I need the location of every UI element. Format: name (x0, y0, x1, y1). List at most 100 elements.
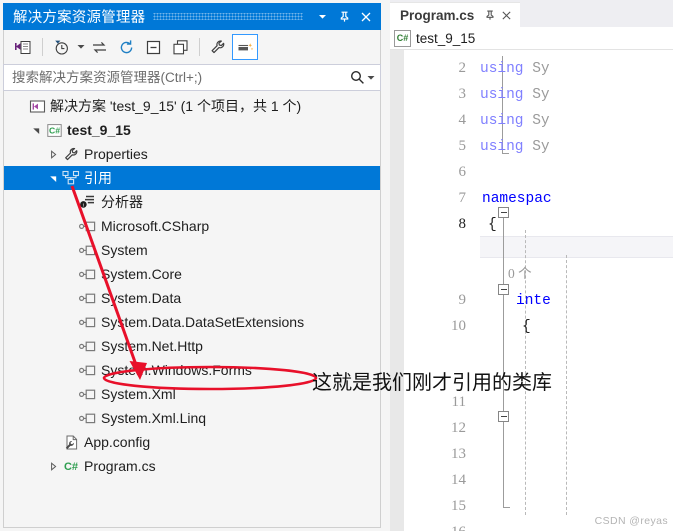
tree-item-label: System.Data (101, 290, 182, 306)
solution-explorer-toolbar (3, 30, 381, 64)
csharp-file-icon: C# (61, 456, 81, 476)
reference-icon (78, 240, 98, 260)
code-line[interactable]: 8{ (390, 212, 673, 238)
code-line[interactable]: 6 (390, 160, 673, 186)
tree-item-2[interactable]: Properties (4, 142, 380, 166)
tree-item-3[interactable]: 引用 (4, 166, 380, 190)
analyzers-icon: i (78, 192, 98, 212)
code-text: { (488, 216, 497, 233)
code-line[interactable]: 14 (390, 468, 673, 494)
tree-item-8[interactable]: System.Data (4, 286, 380, 310)
pin-icon[interactable] (333, 6, 355, 28)
search-box[interactable] (3, 64, 381, 91)
tree-item-11[interactable]: System.Windows.Forms (4, 358, 380, 382)
dropdown-icon[interactable] (311, 6, 333, 28)
svg-text:C#: C# (64, 461, 78, 473)
preview-selected-items-icon[interactable] (232, 34, 258, 60)
references-icon (61, 168, 81, 188)
sync-with-active-document-icon[interactable] (86, 34, 112, 60)
show-all-files-icon[interactable] (167, 34, 193, 60)
search-input[interactable] (12, 65, 348, 90)
tree-item-13[interactable]: System.Xml.Linq (4, 406, 380, 430)
tree-item-4[interactable]: i 分析器 (4, 190, 380, 214)
code-line[interactable]: 9 inte (390, 288, 673, 314)
code-line[interactable]: 4 using Sy (390, 108, 673, 134)
code-line[interactable]: 15 (390, 494, 673, 520)
tree-item-7[interactable]: System.Core (4, 262, 380, 286)
properties-icon[interactable] (205, 34, 231, 60)
line-number: 13 (451, 446, 466, 463)
refresh-icon[interactable] (113, 34, 139, 60)
pending-changes-filter-icon[interactable] (48, 34, 74, 60)
tree-item-label: Program.cs (84, 458, 156, 474)
csharp-icon: C# (394, 29, 411, 47)
tree-item-1[interactable]: C# test_9_15 (4, 118, 380, 142)
solution-tree[interactable]: 解决方案 'test_9_15' (1 个项目，共 1 个) C# test_9_1… (3, 91, 381, 528)
line-number: 8 (458, 216, 467, 233)
code-window-icon[interactable] (10, 34, 36, 60)
tree-item-5[interactable]: Microsoft.CSharp (4, 214, 380, 238)
wrench-icon (61, 144, 81, 164)
collapse-all-icon[interactable] (140, 34, 166, 60)
tree-item-9[interactable]: System.Data.DataSetExtensions (4, 310, 380, 334)
chevron-right-icon[interactable] (46, 454, 61, 478)
close-icon[interactable] (498, 7, 514, 23)
svg-text:C#: C# (49, 125, 60, 135)
chevron-down-icon[interactable] (29, 118, 44, 142)
filter-dropdown-caret-icon[interactable] (75, 34, 86, 60)
code-line[interactable]: 16 (390, 520, 673, 531)
editor-tabstrip: Program.cs (390, 0, 673, 27)
reference-icon (78, 336, 98, 356)
search-icon[interactable] (348, 69, 366, 87)
tree-item-15[interactable]: C# Program.cs (4, 454, 380, 478)
panel-title: 解决方案资源管理器 (13, 10, 146, 26)
tree-item-6[interactable]: System (4, 238, 380, 262)
search-options-caret-icon[interactable] (366, 69, 376, 87)
tree-item-14[interactable]: App.config (4, 430, 380, 454)
tree-item-label: System.Windows.Forms (101, 362, 252, 378)
chevron-down-icon[interactable] (46, 166, 61, 190)
code-line[interactable]: 11 (390, 390, 673, 416)
pin-icon[interactable] (482, 7, 498, 23)
code-line[interactable]: 12 (390, 416, 673, 442)
code-line[interactable]: 10 { (390, 314, 673, 340)
code-line[interactable]: 7 namespac (390, 186, 673, 212)
tree-item-label: System.Xml.Linq (101, 410, 207, 426)
line-number: 9 (458, 292, 467, 309)
breadcrumb[interactable]: C# test_9_15 (390, 27, 673, 50)
line-number: 3 (458, 86, 467, 103)
tree-item-label: System.Net.Http (101, 338, 203, 354)
tree-item-label: System.Core (101, 266, 182, 282)
tree-item-label: System.Xml (101, 386, 176, 402)
codelens-reference-count[interactable]: 0 个 (508, 262, 532, 282)
close-icon[interactable] (355, 6, 377, 28)
tree-item-10[interactable]: System.Net.Http (4, 334, 380, 358)
line-number: 5 (458, 138, 467, 155)
solution-explorer-titlebar: 解决方案资源管理器 (3, 3, 381, 30)
code-line[interactable]: 5 using Sy (390, 134, 673, 160)
tree-item-label: test_9_15 (67, 122, 131, 138)
chevron-right-icon[interactable] (46, 142, 61, 166)
solution-icon (27, 96, 47, 116)
code-line[interactable]: 2 using Sy (390, 56, 673, 82)
reference-icon (78, 216, 98, 236)
code-editor[interactable]: 0 个 2 using Sy 3 using Sy 4 using Sy 5 using Sy… (390, 50, 673, 531)
code-line[interactable]: 3 using Sy (390, 82, 673, 108)
reference-icon (78, 408, 98, 428)
line-number: 2 (458, 60, 467, 77)
code-text: using Sy (480, 112, 550, 129)
tab-program-cs[interactable]: Program.cs (390, 2, 521, 27)
toolbar-separator-2 (199, 38, 200, 56)
tree-item-0[interactable]: 解决方案 'test_9_15' (1 个项目，共 1 个) (4, 94, 380, 118)
tree-item-12[interactable]: System.Xml (4, 382, 380, 406)
code-line[interactable]: 13 (390, 442, 673, 468)
reference-icon (78, 288, 98, 308)
